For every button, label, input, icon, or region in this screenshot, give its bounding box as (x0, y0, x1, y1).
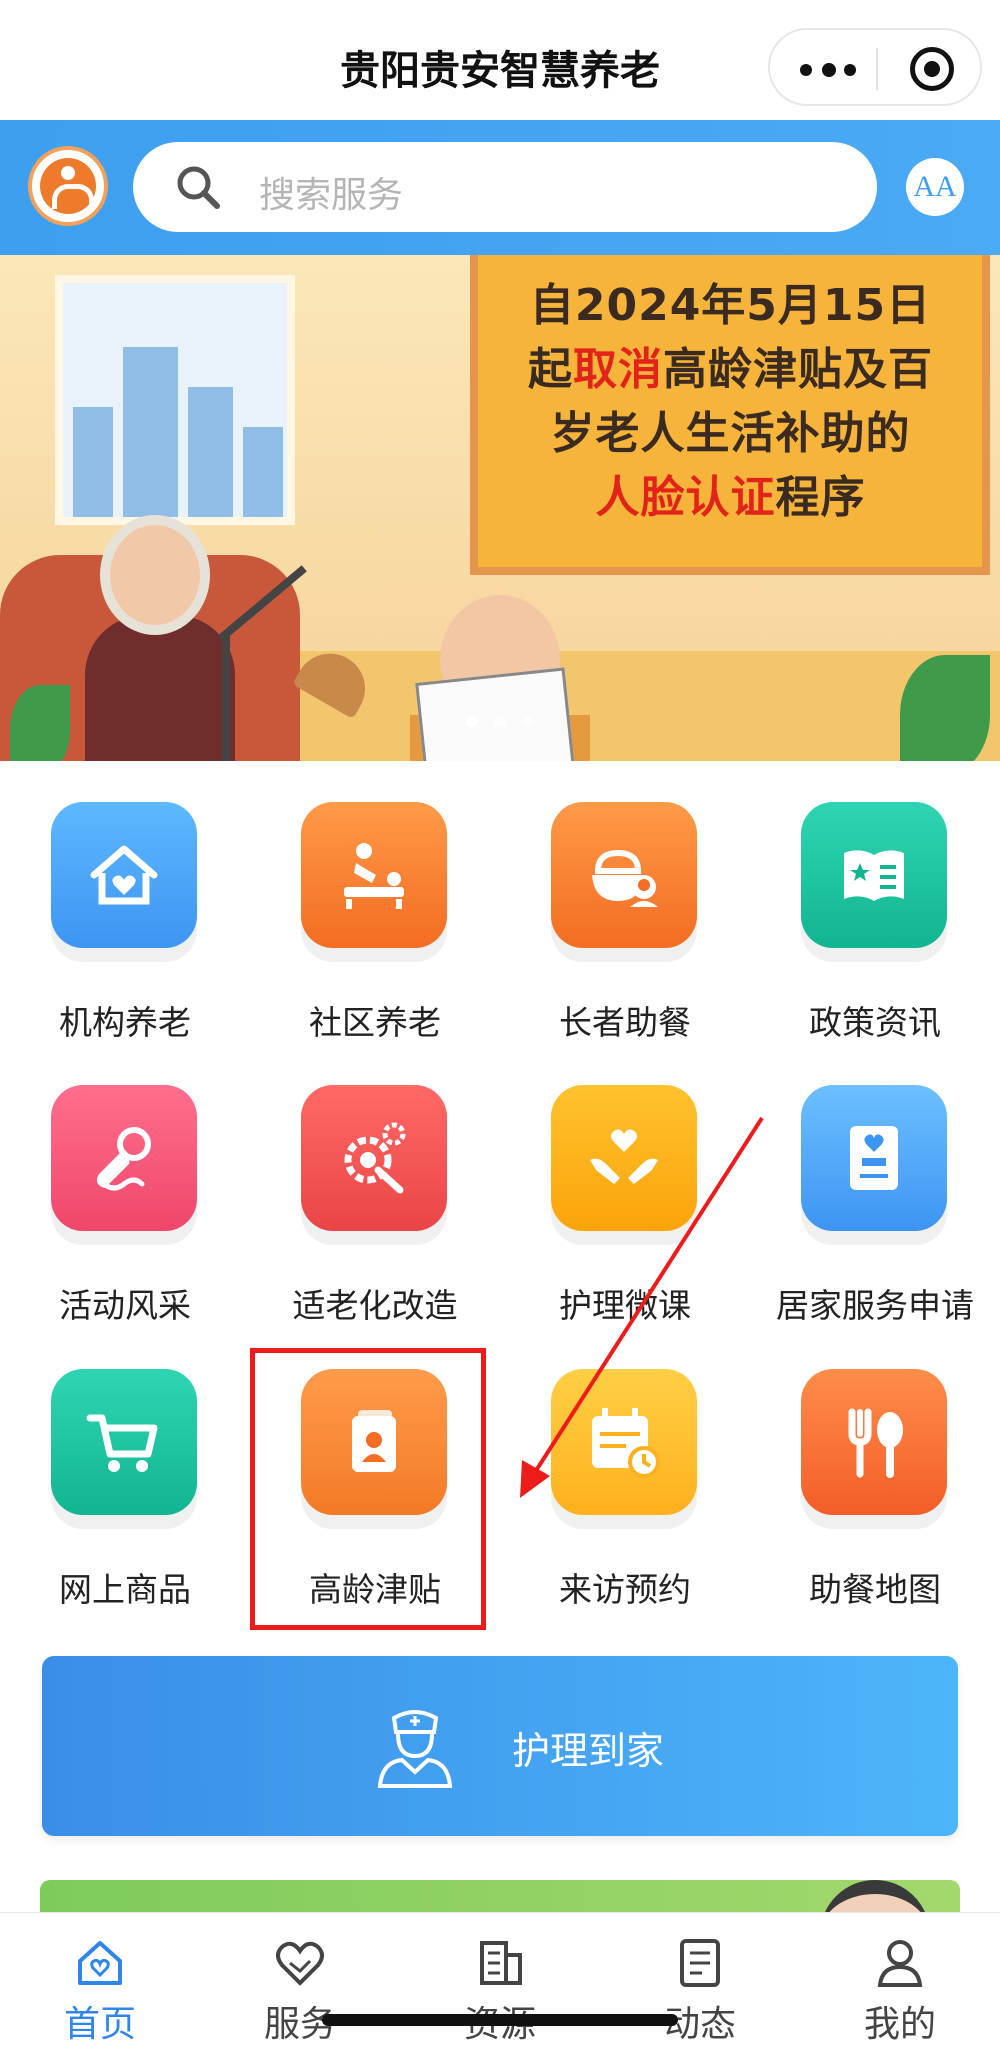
service-item-cart[interactable]: 网上商品 (0, 1369, 250, 1629)
home-indicator (322, 2014, 678, 2026)
banner-text: 程序 (775, 472, 866, 523)
service-item-renovation-gear[interactable]: 适老化改造 (250, 1085, 500, 1345)
promo-banner[interactable]: 自2024年5月15日 起取消高龄津贴及百 岁老人生活补助的 人脸认证程序 (0, 255, 1000, 761)
annotation-highlight-box (250, 1348, 486, 1630)
service-tile[interactable] (51, 802, 197, 948)
home-service-form-icon (850, 1126, 898, 1190)
banner-dot[interactable] (522, 715, 534, 727)
massage-icon (344, 843, 404, 909)
service-label: 适老化改造 (292, 1286, 458, 1325)
service-label: 政策资讯 (809, 1003, 941, 1042)
banner-notice-line: 自2024年5月15日 (478, 269, 983, 333)
app-logo (28, 146, 108, 226)
banner-notice-line: 起取消高龄津贴及百 (478, 333, 983, 397)
banner-dot[interactable] (466, 715, 478, 727)
mini-program-capsule (768, 28, 982, 106)
service-item-microphone[interactable]: 活动风采 (0, 1085, 250, 1345)
tab-home[interactable]: 首页 (0, 1927, 200, 2046)
search-icon (177, 166, 220, 209)
tab-handshake-heart[interactable]: 服务 (200, 1927, 400, 2046)
banner-text: 起 (528, 344, 573, 395)
close-program-icon[interactable] (910, 47, 954, 91)
service-tile[interactable] (801, 1085, 947, 1231)
service-label: 机构养老 (59, 1003, 191, 1042)
meal-bowl-icon (592, 849, 658, 907)
service-item-fork-spoon[interactable]: 助餐地图 (750, 1369, 1000, 1629)
service-tile[interactable] (301, 802, 447, 948)
title-bar: 贵阳贵安智慧养老 (0, 0, 1000, 120)
user-icon (877, 1940, 923, 1987)
banner-text: 自2024年5月15日 (529, 280, 932, 331)
house-heart-icon (90, 845, 158, 905)
building-icon (480, 1941, 522, 1985)
banner-window-illustration (55, 275, 295, 525)
service-tile[interactable] (51, 1085, 197, 1231)
service-tile[interactable] (301, 1085, 447, 1231)
tab-building[interactable]: 资源 (400, 1927, 600, 2046)
more-menu-icon[interactable] (798, 52, 858, 86)
service-item-meal-bowl[interactable]: 长者助餐 (500, 802, 750, 1062)
banner-text: 岁老人生活补助的 (550, 408, 911, 459)
care-at-home-label: 护理到家 (512, 1729, 665, 1773)
service-item-home-service-form[interactable]: 居家服务申请 (750, 1085, 1000, 1345)
search-placeholder: 搜索服务 (259, 175, 404, 216)
cart-icon (86, 1414, 158, 1472)
service-item-house-heart[interactable]: 机构养老 (0, 802, 250, 1062)
news-doc-icon (680, 1939, 720, 1987)
care-at-home-button[interactable]: 护理到家 (42, 1656, 958, 1836)
banner-dot[interactable] (494, 715, 506, 727)
banner-pagination (0, 712, 1000, 731)
service-tile[interactable] (51, 1369, 197, 1515)
tab-label: 首页 (63, 2004, 136, 2045)
service-item-policy-book[interactable]: 政策资讯 (750, 802, 1000, 1062)
banner-highlight-text: 人脸认证 (595, 472, 776, 523)
renovation-gear-icon (344, 1122, 406, 1194)
fork-spoon-icon (848, 1408, 903, 1478)
banner-notice-line: 人脸认证程序 (478, 461, 983, 525)
banner-grandma-illustration (85, 615, 235, 761)
policy-book-icon (844, 850, 904, 901)
service-label: 长者助餐 (559, 1003, 691, 1042)
service-tile[interactable] (801, 1369, 947, 1515)
handshake-heart-icon (276, 1941, 324, 1986)
service-label: 网上商品 (59, 1570, 191, 1609)
service-item-massage[interactable]: 社区养老 (250, 802, 500, 1062)
service-tile[interactable] (801, 802, 947, 948)
banner-text: 高龄津贴及百 (663, 344, 933, 395)
font-size-button[interactable]: AA (906, 158, 964, 216)
tab-label: 我的 (863, 2004, 936, 2045)
microphone-icon (96, 1127, 151, 1191)
service-label: 活动风采 (59, 1286, 191, 1325)
annotation-arrow (520, 1116, 764, 1498)
banner-notice-line: 岁老人生活补助的 (478, 397, 983, 461)
service-label: 社区养老 (309, 1003, 441, 1042)
service-tile[interactable] (551, 802, 697, 948)
service-label: 来访预约 (559, 1570, 691, 1609)
capsule-divider (876, 48, 878, 90)
service-label: 助餐地图 (809, 1570, 941, 1609)
search-input[interactable]: 搜索服务 (133, 142, 877, 232)
banner-highlight-text: 取消 (573, 344, 663, 395)
home-icon (78, 1941, 122, 1985)
tab-user[interactable]: 我的 (800, 1927, 1000, 2046)
nurse-icon (377, 1710, 453, 1788)
tab-news-doc[interactable]: 动态 (600, 1927, 800, 2046)
